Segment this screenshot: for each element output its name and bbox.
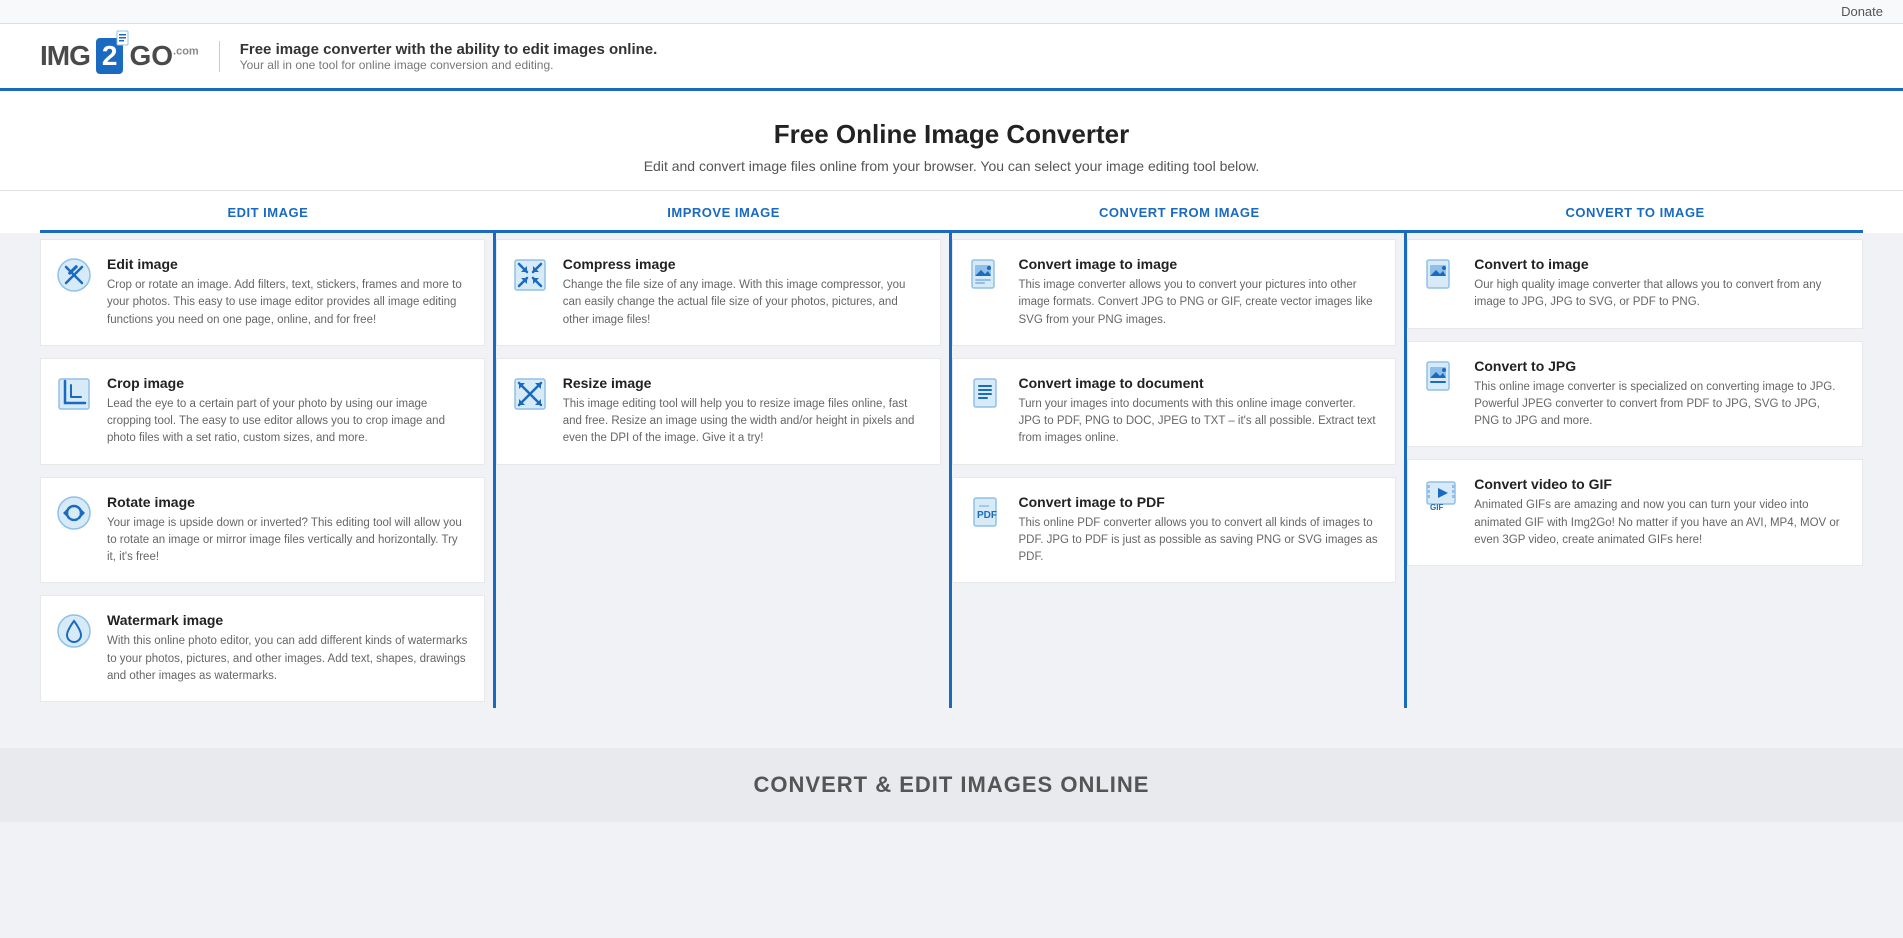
- convert-to-jpg-content: Convert to JPG This online image convert…: [1474, 358, 1846, 431]
- hero-title: Free Online Image Converter: [20, 119, 1883, 150]
- improve-image-column: Compress image Change the file size of a…: [496, 233, 952, 708]
- grid-container: Edit image Crop or rotate an image. Add …: [40, 233, 1863, 708]
- convert-to-image-content: Convert image to image This image conver…: [1019, 256, 1380, 329]
- card-convert-to-pdf[interactable]: PDF Convert image to PDF This online PDF…: [952, 477, 1397, 584]
- resize-image-content: Resize image This image editing tool wil…: [563, 375, 924, 448]
- convert-to-pdf-desc: This online PDF converter allows you to …: [1019, 515, 1380, 567]
- convert-to-document-desc: Turn your images into documents with thi…: [1019, 396, 1380, 448]
- col-header-edit: EDIT IMAGE: [40, 205, 496, 233]
- convert-to-jpg-title: Convert to JPG: [1474, 358, 1846, 374]
- convert-to-column: Convert to image Our high quality image …: [1407, 233, 1863, 708]
- card-convert-video-gif[interactable]: GIF Convert video to GIF Animated GIFs a…: [1407, 459, 1863, 566]
- compress-image-desc: Change the file size of any image. With …: [563, 277, 924, 329]
- crop-image-content: Crop image Lead the eye to a certain par…: [107, 375, 468, 448]
- crop-image-icon: [55, 375, 93, 413]
- convert-video-gif-desc: Animated GIFs are amazing and now you ca…: [1474, 497, 1846, 549]
- crop-image-title: Crop image: [107, 375, 468, 391]
- rotate-image-title: Rotate image: [107, 494, 468, 510]
- card-watermark-image[interactable]: Watermark image With this online photo e…: [40, 595, 485, 702]
- resize-image-icon: [511, 375, 549, 413]
- convert-to-document-title: Convert image to document: [1019, 375, 1380, 391]
- card-compress-image[interactable]: Compress image Change the file size of a…: [496, 239, 941, 346]
- convert-to-pdf-icon: PDF: [967, 494, 1005, 532]
- main-content: Edit image Crop or rotate an image. Add …: [0, 233, 1903, 738]
- convert-video-gif-title: Convert video to GIF: [1474, 476, 1846, 492]
- card-crop-image[interactable]: Crop image Lead the eye to a certain par…: [40, 358, 485, 465]
- card-resize-image[interactable]: Resize image This image editing tool wil…: [496, 358, 941, 465]
- convert-to-image-icon: [967, 256, 1005, 294]
- resize-image-title: Resize image: [563, 375, 924, 391]
- col-header-convert-from: CONVERT FROM IMAGE: [952, 205, 1408, 233]
- watermark-image-icon: [55, 612, 93, 650]
- logo-img: IMG: [40, 40, 90, 72]
- convert-from-column: Convert image to image This image conver…: [952, 233, 1408, 708]
- columns-header: EDIT IMAGE IMPROVE IMAGE CONVERT FROM IM…: [0, 190, 1903, 233]
- top-bar: Donate: [0, 0, 1903, 24]
- tagline-sub: Your all in one tool for online image co…: [240, 58, 658, 72]
- logo-2: 2: [96, 38, 124, 74]
- convert-to-image-title: Convert image to image: [1019, 256, 1380, 272]
- donate-link[interactable]: Donate: [1841, 4, 1883, 19]
- header: IMG 2 GO.com Free image converter with t…: [0, 24, 1903, 91]
- header-tagline: Free image converter with the ability to…: [219, 41, 658, 72]
- rotate-image-desc: Your image is upside down or inverted? T…: [107, 515, 468, 567]
- convert-to-document-icon: [967, 375, 1005, 413]
- compress-image-icon: [511, 256, 549, 294]
- edit-image-title: Edit image: [107, 256, 468, 272]
- compress-image-content: Compress image Change the file size of a…: [563, 256, 924, 329]
- convert-to-document-content: Convert image to document Turn your imag…: [1019, 375, 1380, 448]
- convert-video-gif-content: Convert video to GIF Animated GIFs are a…: [1474, 476, 1846, 549]
- compress-image-title: Compress image: [563, 256, 924, 272]
- crop-image-desc: Lead the eye to a certain part of your p…: [107, 396, 468, 448]
- rotate-image-content: Rotate image Your image is upside down o…: [107, 494, 468, 567]
- svg-text:GIF: GIF: [1430, 503, 1443, 512]
- edit-image-icon: [55, 256, 93, 294]
- hero-section: Free Online Image Converter Edit and con…: [0, 91, 1903, 190]
- logo[interactable]: IMG 2 GO.com: [40, 38, 199, 74]
- convert-to-img-content: Convert to image Our high quality image …: [1474, 256, 1846, 312]
- convert-to-jpg-icon: [1422, 358, 1460, 396]
- col-header-convert-to: CONVERT TO IMAGE: [1407, 205, 1863, 233]
- rotate-image-icon: [55, 494, 93, 532]
- convert-to-pdf-content: Convert image to PDF This online PDF con…: [1019, 494, 1380, 567]
- svg-text:PDF: PDF: [977, 510, 997, 521]
- convert-to-img-desc: Our high quality image converter that al…: [1474, 277, 1846, 312]
- card-edit-image[interactable]: Edit image Crop or rotate an image. Add …: [40, 239, 485, 346]
- convert-to-img-title: Convert to image: [1474, 256, 1846, 272]
- convert-to-img-icon: [1422, 256, 1460, 294]
- convert-to-image-desc: This image converter allows you to conve…: [1019, 277, 1380, 329]
- resize-image-desc: This image editing tool will help you to…: [563, 396, 924, 448]
- edit-image-desc: Crop or rotate an image. Add filters, te…: [107, 277, 468, 329]
- edit-image-column: Edit image Crop or rotate an image. Add …: [40, 233, 496, 708]
- tagline-main: Free image converter with the ability to…: [240, 41, 658, 58]
- watermark-image-content: Watermark image With this online photo e…: [107, 612, 468, 685]
- card-convert-to-jpg[interactable]: Convert to JPG This online image convert…: [1407, 341, 1863, 448]
- hero-subtitle: Edit and convert image files online from…: [20, 158, 1883, 174]
- logo-go: GO.com: [129, 40, 198, 72]
- watermark-image-desc: With this online photo editor, you can a…: [107, 633, 468, 685]
- card-convert-to-image[interactable]: Convert image to image This image conver…: [952, 239, 1397, 346]
- logo-com: .com: [173, 46, 199, 58]
- convert-to-jpg-desc: This online image converter is specializ…: [1474, 379, 1846, 431]
- convert-to-pdf-title: Convert image to PDF: [1019, 494, 1380, 510]
- convert-video-gif-icon: GIF: [1422, 476, 1460, 514]
- col-header-improve: IMPROVE IMAGE: [496, 205, 952, 233]
- card-rotate-image[interactable]: Rotate image Your image is upside down o…: [40, 477, 485, 584]
- card-convert-to-img[interactable]: Convert to image Our high quality image …: [1407, 239, 1863, 329]
- edit-image-content: Edit image Crop or rotate an image. Add …: [107, 256, 468, 329]
- footer-label: CONVERT & EDIT IMAGES ONLINE: [0, 748, 1903, 822]
- watermark-image-title: Watermark image: [107, 612, 468, 628]
- card-convert-to-document[interactable]: Convert image to document Turn your imag…: [952, 358, 1397, 465]
